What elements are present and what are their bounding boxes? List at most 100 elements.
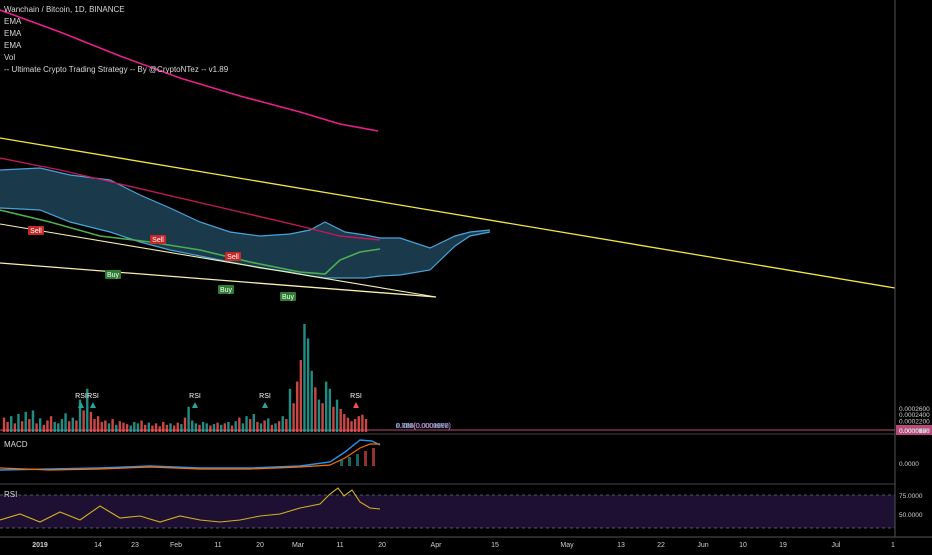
volume-bar [230,425,234,432]
candle-body [256,430,259,431]
candle-body [263,430,266,431]
candle-body [292,430,295,431]
candle-body [281,430,285,431]
candle-body [133,430,136,431]
candle-body [151,430,154,431]
x-tick-label: Feb [170,542,182,549]
volume-bar [346,417,350,432]
x-tick-label: 13 [617,542,625,549]
x-tick-label: 11 [336,542,343,549]
candle-body [9,430,13,431]
legend-vol: Vol [4,53,16,62]
volume-bar [314,387,317,432]
volume-bar [209,425,212,432]
candle-body [310,430,313,431]
volume-bar [292,403,295,432]
candle-body [35,430,38,431]
volume-bar [2,417,6,432]
candle-body [234,430,237,431]
volume-bar [306,338,310,432]
chart-stage: 0(0.0001295) 0.236(0.0001170) 0.382(0.0001… [0,0,932,550]
signal-label-sell: Sell [30,228,42,235]
volume-bar [267,418,270,432]
signal-label-buy: Buy [107,272,120,279]
candle-body [353,430,357,431]
candle-body [89,430,93,431]
x-tick-label: 23 [131,542,139,549]
x-tick-label: Jun [697,542,708,549]
candle-body [13,430,17,431]
volume-bar [296,381,299,432]
candle-body [209,430,212,431]
volume-bar [49,416,53,432]
candle-body [107,430,111,431]
candle-body [31,430,35,431]
candle-body [67,430,71,431]
candle-body [259,430,263,431]
volume-bar [361,414,364,432]
volume-bar [299,360,303,432]
volume-bar [187,406,190,432]
candle-body [104,430,107,431]
candle-body [2,430,6,431]
x-tick-label: 2019 [32,542,48,549]
macd-hist-bar [372,448,375,466]
candle-body [169,430,172,431]
rsi-tick-label: 75.0000 [899,493,923,500]
rsi-tick-label: 50.0000 [899,512,923,519]
x-tick-label: 10 [739,542,747,549]
volume-bar [339,408,342,432]
candle-body [75,430,78,431]
volume-bar [332,406,335,432]
rsi-signal-arrow [262,402,268,408]
signal-label-sell: Sell [152,237,164,244]
volume-bar [364,419,368,432]
candle-body [350,430,353,431]
candle-body [328,430,332,431]
volume-bar [321,403,324,432]
volume-bar [158,426,161,432]
macd-hist-bar [340,460,343,466]
candle-body [122,430,125,431]
price-chart: 0(0.0001295)0.236(0.0001170)0.382(0.0001… [0,0,932,549]
rsi-signal-arrow [192,402,198,408]
y-tick-label: 0.0000190 [899,428,930,435]
candle-body [230,430,234,431]
candle-body [129,430,132,431]
candle-body [161,430,165,431]
candle-body [147,430,151,431]
x-tick-label: 20 [378,542,386,549]
volume-bar [310,370,313,432]
candle-body [270,430,274,431]
macd-label: MACD [4,440,28,449]
volume-bar [24,411,27,432]
candle-body [6,430,9,431]
candle-body [78,430,82,431]
candle-body [288,430,292,431]
candle-body [219,430,223,431]
volume-bar [343,414,346,432]
candle-body [241,430,245,431]
volume-bar [96,416,100,432]
candle-body [212,430,216,431]
volume-bar [39,418,42,432]
volume-bar [324,381,328,432]
rsi-band [0,495,895,528]
candle-body [118,430,122,431]
candle-body [248,430,252,431]
candle-body [317,430,321,431]
x-tick-label: 14 [94,542,102,549]
macd-tick-label: 0.0000 [899,461,919,468]
volume-bar [303,324,306,432]
volume-bar [64,413,67,432]
candle-body [295,430,299,431]
candle-body [154,430,158,431]
candle-body [245,430,248,431]
volume-bar [172,425,176,432]
volume-bar [129,425,132,432]
candle-body [111,430,114,431]
rsi-label: RSI [4,490,17,499]
volume-bar [335,399,339,432]
candle-body [299,430,303,431]
candle-body [198,430,201,431]
